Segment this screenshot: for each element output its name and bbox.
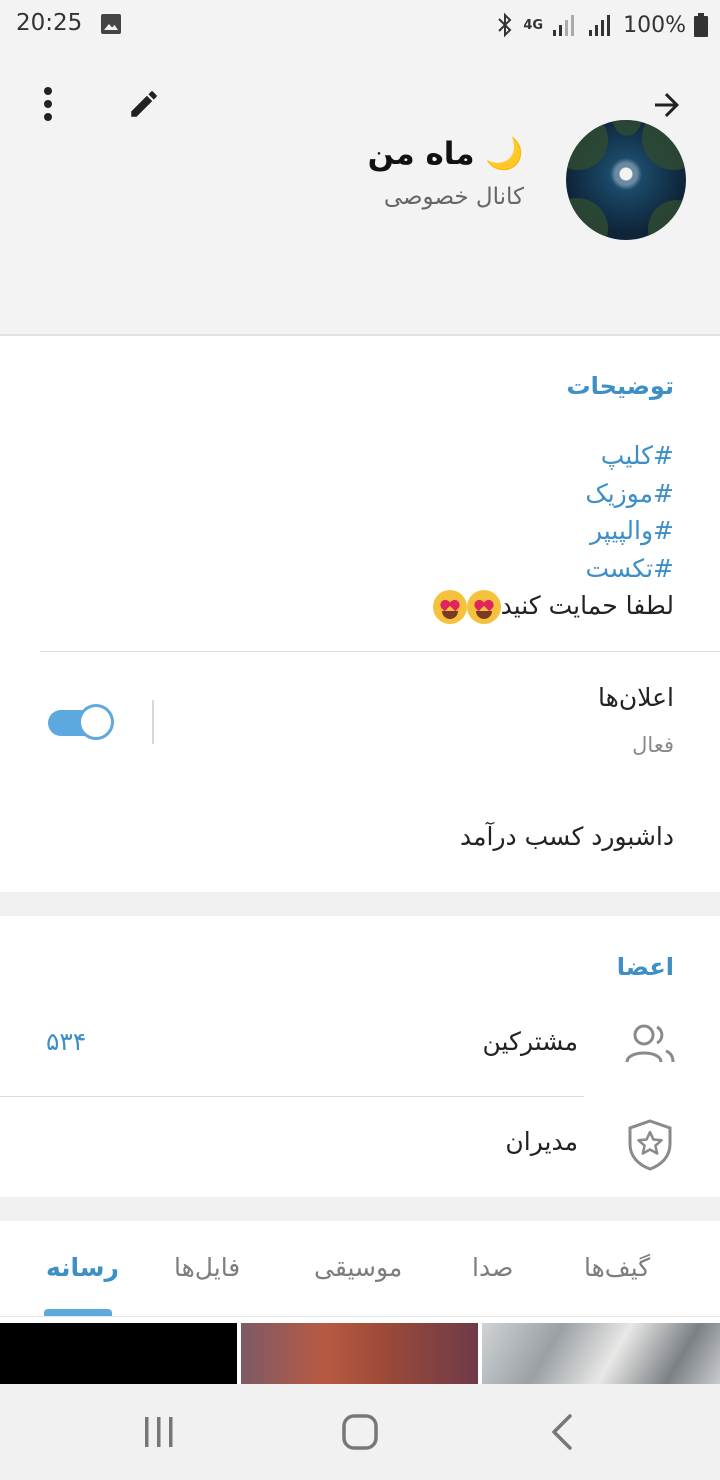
notifications-label: اعلان‌ها (598, 683, 674, 712)
tab-voice[interactable]: صدا (472, 1253, 513, 1282)
edit-button[interactable] (124, 84, 164, 124)
section-gap (0, 1197, 720, 1221)
system-nav-bar (0, 1384, 720, 1480)
subscribers-row[interactable] (0, 998, 720, 1096)
monetization-dashboard-label: داشبورد کسب درآمد (459, 822, 674, 851)
gallery-icon (101, 14, 121, 34)
network-type: 4G (523, 17, 544, 33)
heart-eyes-emoji-icon (466, 590, 501, 624)
tab-media[interactable]: رسانه (46, 1253, 119, 1282)
status-time: 20:25 (16, 10, 83, 36)
signal-icon (553, 15, 575, 36)
tab-files[interactable]: فایل‌ها (174, 1253, 240, 1282)
back-nav-icon[interactable] (548, 1413, 576, 1451)
battery-icon (694, 13, 708, 37)
tab-music[interactable]: موسیقی (314, 1253, 402, 1282)
admins-label: مدیران (505, 1127, 578, 1156)
media-thumbnail[interactable] (241, 1323, 478, 1384)
subscribers-count: ۵۳۴ (46, 1027, 87, 1056)
tab-indicator (44, 1309, 112, 1316)
notifications-toggle[interactable] (48, 704, 116, 740)
channel-title: ماه من 🌙 (367, 136, 524, 172)
people-icon (625, 1024, 675, 1063)
members-label: اعضا (616, 953, 674, 981)
bluetooth-icon (498, 12, 512, 38)
notifications-status: فعال (632, 733, 674, 757)
description-text: لطفا حمایت کنید (500, 591, 674, 620)
more-options-button[interactable] (28, 82, 68, 126)
status-right-group: 4G 100% (495, 10, 708, 40)
channel-subtitle: کانال خصوصی (383, 184, 524, 210)
heart-eyes-emoji-icon (432, 590, 467, 624)
recent-apps-icon[interactable] (142, 1415, 176, 1449)
arrow-forward-icon (655, 93, 679, 117)
edit-icon (131, 91, 157, 117)
section-gap (0, 892, 720, 916)
hashtag-link[interactable]: #کلیپ (54, 437, 674, 475)
status-bar: 20:25 4G 100% (0, 0, 720, 52)
media-thumbnail[interactable] (0, 1323, 237, 1384)
admins-row[interactable] (0, 1097, 720, 1195)
subscribers-label: مشترکین (482, 1027, 578, 1056)
shield-star-icon (628, 1119, 672, 1171)
channel-title-block: ماه من 🌙 کانال خصوصی (368, 135, 524, 210)
more-vert-icon (44, 87, 52, 121)
battery-percent: 100% (623, 12, 686, 38)
description-label: توضیحات (566, 372, 674, 400)
description-body: #کلیپ #موزیک #والپیپر #تکست لطفا حمایت ک… (54, 437, 674, 625)
description-text-line: لطفا حمایت کنید (54, 587, 674, 625)
home-icon[interactable] (341, 1413, 379, 1451)
tab-gifs[interactable]: گیف‌ها (584, 1253, 650, 1282)
signal-icon (589, 15, 611, 36)
hashtag-link[interactable]: #والپیپر (54, 512, 674, 550)
hashtag-link[interactable]: #تکست (54, 550, 674, 588)
hashtag-link[interactable]: #موزیک (54, 475, 674, 513)
media-tabs: رسانه فایل‌ها موسیقی صدا گیف‌ها (0, 1222, 720, 1317)
channel-avatar[interactable] (566, 120, 686, 240)
vertical-separator (152, 700, 154, 744)
toggle-knob (78, 704, 114, 740)
media-thumbnail[interactable] (482, 1323, 720, 1384)
